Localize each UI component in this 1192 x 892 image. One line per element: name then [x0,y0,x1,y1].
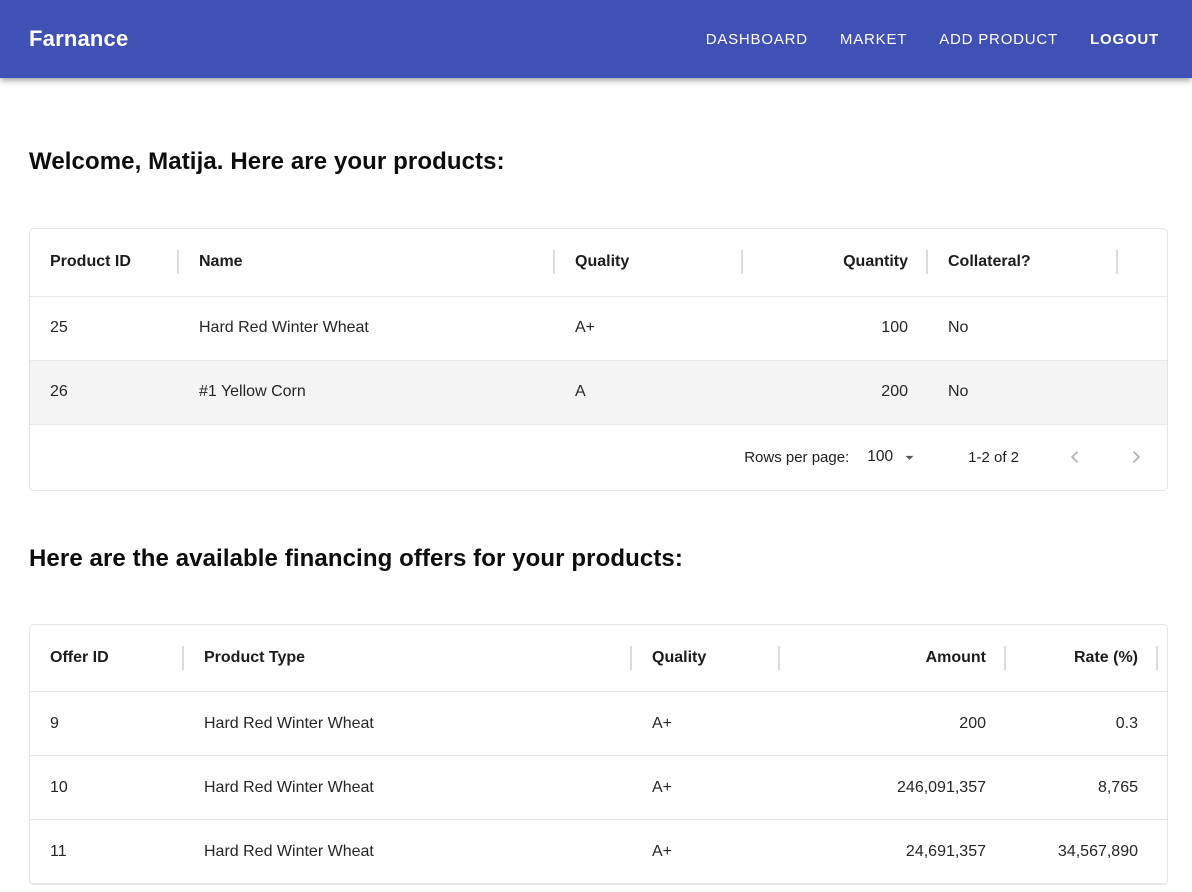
offers-heading: Here are the available financing offers … [29,545,1168,573]
table-row: 9 Hard Red Winter Wheat A+ 200 0.3 [30,692,1168,756]
chevron-left-icon [1064,446,1086,468]
products-table: Product ID Name Quality Quantity Collate… [30,229,1168,490]
rows-per-page-value: 100 [867,448,893,466]
spacer-column-header [1118,229,1168,296]
nav-dashboard[interactable]: DASHBOARD [706,31,808,48]
col-header-product-id: Product ID [30,229,179,296]
table-row: 11 Hard Red Winter Wheat A+ 24,691,357 3… [30,820,1168,884]
cell-quality: A+ [632,692,780,756]
cell-amount: 24,691,357 [780,820,1006,884]
cell-product-type: Hard Red Winter Wheat [184,820,632,884]
table-row: 25 Hard Red Winter Wheat A+ 100 No [30,296,1168,360]
col-header-quality: Quality [555,229,743,296]
cell-offer-id: 10 [30,756,184,820]
pagination-row: Rows per page: 100 1-2 of 2 [30,424,1168,490]
cell-rate: 34,567,890 [1006,820,1158,884]
cell-collateral: No [928,296,1118,360]
chevron-right-icon [1125,446,1147,468]
dropdown-arrow-icon [900,448,919,467]
cell-offer-id: 11 [30,820,184,884]
nav-logout[interactable]: LOGOUT [1090,31,1159,48]
cell-amount: 200 [780,692,1006,756]
products-heading: Welcome, Matija. Here are your products: [29,148,1168,176]
table-row: 10 Hard Red Winter Wheat A+ 246,091,357 … [30,756,1168,820]
col-header-quality: Quality [632,625,780,692]
next-page-button[interactable] [1124,445,1148,469]
col-header-name: Name [179,229,555,296]
cell-quality: A+ [632,756,780,820]
cell-quantity: 200 [743,360,928,424]
main-nav: DASHBOARD MARKET ADD PRODUCT LOGOUT [706,31,1159,48]
products-table-card: Product ID Name Quality Quantity Collate… [29,228,1168,491]
cell-rate: 0.3 [1006,692,1158,756]
cell-amount: 246,091,357 [780,756,1006,820]
offers-table-card: Offer ID Product Type Quality Amount Rat… [29,624,1168,886]
col-header-rate: Rate (%) [1006,625,1158,692]
cell-quality: A+ [555,296,743,360]
cell-name: Hard Red Winter Wheat [179,296,555,360]
app-bar: Farnance DASHBOARD MARKET ADD PRODUCT LO… [0,0,1192,78]
col-header-collateral: Collateral? [928,229,1118,296]
cell-quality: A+ [632,820,780,884]
nav-market[interactable]: MARKET [840,31,907,48]
cell-offer-id: 9 [30,692,184,756]
spacer-column-header [1158,625,1168,692]
page-content: Welcome, Matija. Here are your products:… [29,148,1168,885]
cell-quantity: 100 [743,296,928,360]
cell-quality: A [555,360,743,424]
page-range: 1-2 of 2 [968,449,1019,466]
offers-header-row: Offer ID Product Type Quality Amount Rat… [30,625,1168,692]
cell-product-id: 26 [30,360,179,424]
col-header-product-type: Product Type [184,625,632,692]
offers-table: Offer ID Product Type Quality Amount Rat… [30,625,1168,885]
cell-product-type: Hard Red Winter Wheat [184,692,632,756]
col-header-quantity: Quantity [743,229,928,296]
brand-logo[interactable]: Farnance [29,26,128,52]
previous-page-button[interactable] [1063,445,1087,469]
pagination: Rows per page: 100 1-2 of 2 [30,425,1168,490]
rows-per-page-label: Rows per page: [744,449,849,466]
cell-product-type: Hard Red Winter Wheat [184,756,632,820]
cell-product-id: 25 [30,296,179,360]
products-header-row: Product ID Name Quality Quantity Collate… [30,229,1168,296]
rows-per-page-select[interactable]: 100 [867,448,919,467]
nav-add-product[interactable]: ADD PRODUCT [939,31,1058,48]
cell-collateral: No [928,360,1118,424]
cell-name: #1 Yellow Corn [179,360,555,424]
col-header-amount: Amount [780,625,1006,692]
col-header-offer-id: Offer ID [30,625,184,692]
table-row: 26 #1 Yellow Corn A 200 No [30,360,1168,424]
cell-rate: 8,765 [1006,756,1158,820]
